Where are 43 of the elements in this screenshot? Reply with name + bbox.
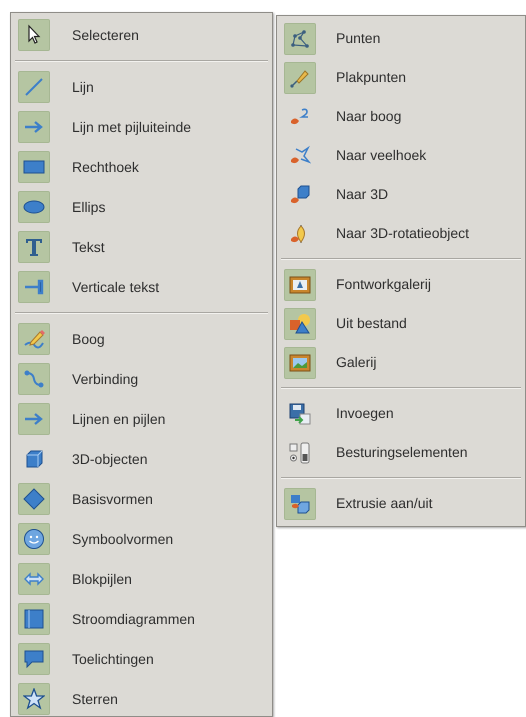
shapes-icon	[289, 312, 311, 334]
pencil-icon	[23, 328, 45, 350]
menu-item[interactable]: Stroomdiagrammen	[72, 608, 195, 630]
smiley-icon	[23, 528, 45, 550]
line-icon	[23, 76, 45, 98]
menu-item[interactable]: Sterren	[72, 688, 118, 710]
menu-item[interactable]: Plakpunten	[336, 67, 406, 88]
menu-item[interactable]: Tekst	[72, 236, 105, 258]
menu-item[interactable]: Lijn met pijluiteinde	[72, 116, 192, 138]
text-tool-icon	[23, 236, 45, 258]
connector-icon	[23, 368, 45, 390]
menu-item[interactable]: Naar boog	[336, 106, 402, 127]
framed-landscape-icon	[289, 352, 311, 374]
menu-item[interactable]: Basisvormen	[72, 488, 153, 510]
menu-item[interactable]: Naar 3D	[336, 184, 388, 205]
menu-item[interactable]: Lijn	[72, 76, 94, 98]
menu-item[interactable]: Ellips	[72, 196, 106, 218]
flowchart-icon	[23, 608, 45, 630]
menu-item[interactable]: Verbinding	[72, 368, 138, 390]
menu-item[interactable]: 3D-objecten	[72, 448, 148, 470]
menu-item[interactable]: Punten	[336, 28, 380, 49]
speech-bubble-icon	[23, 648, 45, 670]
menu-item[interactable]: Symboolvormen	[72, 528, 174, 550]
menu-item[interactable]: Verticale tekst	[72, 276, 160, 298]
menu-item[interactable]: Naar veelhoek	[336, 145, 426, 166]
menu-item[interactable]: Blokpijlen	[72, 568, 132, 590]
menu-item[interactable]: Toelichtingen	[72, 648, 154, 670]
menu-item[interactable]: Boog	[72, 328, 105, 350]
framed-picture-icon	[289, 274, 311, 296]
star-icon	[23, 688, 45, 710]
menu-item[interactable]: Naar 3D-rotatieobject	[336, 223, 470, 244]
menu-item[interactable]: Uit bestand	[336, 313, 407, 334]
extrusion-icon	[289, 492, 311, 514]
menu-item[interactable]: Extrusie aan/uit	[336, 493, 432, 514]
menu-item[interactable]: Besturingselementen	[336, 442, 468, 463]
menu-item[interactable]: Fontworkgalerij	[336, 274, 431, 295]
menu-item[interactable]: Lijnen en pijlen	[72, 408, 166, 430]
points-icon	[289, 28, 311, 50]
menu-item[interactable]: Selecteren	[72, 24, 139, 46]
diamond-icon	[23, 488, 45, 510]
menu-item[interactable]: Invoegen	[336, 403, 394, 424]
menu-item[interactable]: Galerij	[336, 352, 376, 373]
menu-item[interactable]: Rechthoek	[72, 156, 139, 178]
